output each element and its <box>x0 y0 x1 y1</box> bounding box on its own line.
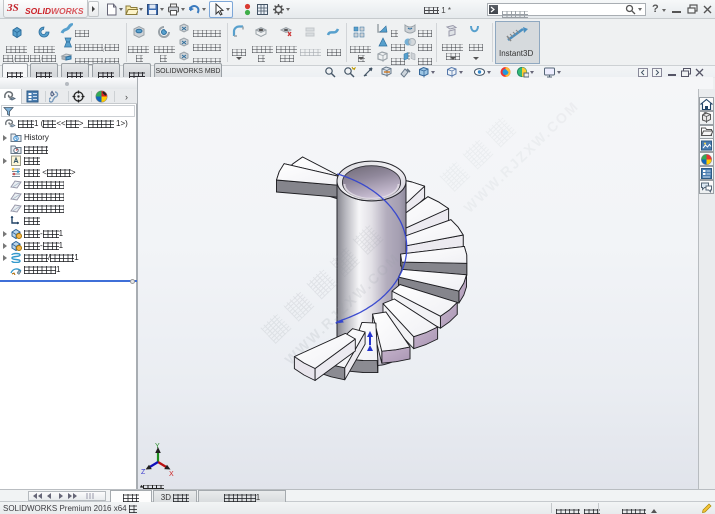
svg-text:X: X <box>169 471 174 478</box>
svg-text:Z: Z <box>141 469 146 476</box>
